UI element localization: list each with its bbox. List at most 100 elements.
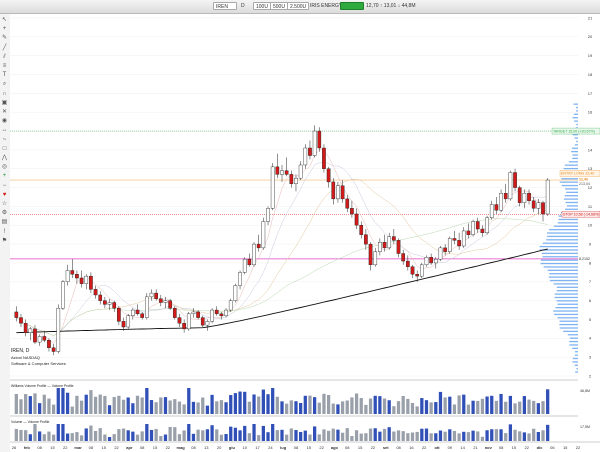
line-icon[interactable]: ╱ [1, 45, 8, 52]
volume-bar [42, 394, 46, 414]
profile-bar [554, 313, 578, 316]
volume-bar [261, 389, 265, 414]
field-2500[interactable]: 2.500U [287, 2, 310, 10]
volume-bar [532, 400, 536, 414]
volume-bar [224, 434, 228, 441]
volume-bar [513, 403, 517, 414]
candle-body [364, 234, 368, 245]
volume-bar [490, 429, 494, 441]
profile-bar [549, 279, 578, 282]
time-tick: nov [485, 445, 493, 450]
volume-bar [312, 426, 317, 441]
candle-up [228, 298, 233, 312]
volume-bar [14, 394, 18, 414]
field-100[interactable]: 100U [253, 2, 271, 10]
volume-bar [396, 401, 401, 414]
volume-bar [243, 425, 247, 441]
pattern-icon[interactable]: ⋀ [1, 155, 8, 162]
candle-body [89, 275, 93, 290]
star-icon[interactable]: ☆ [1, 201, 8, 208]
candle-body [266, 208, 270, 222]
field-500[interactable]: 500U [270, 2, 288, 10]
candle-body [410, 266, 415, 275]
volume-bar [201, 430, 205, 441]
candle-body [298, 164, 303, 179]
time-tick: 15 [307, 445, 312, 450]
channel-icon[interactable]: ⫽ [1, 54, 8, 61]
time-tick: 15 [153, 445, 158, 450]
price-chart[interactable]: 21201918171615141312111098765432 TARGET … [10, 14, 600, 452]
candle-body [433, 258, 438, 264]
change-badge [340, 2, 364, 10]
symbol-field[interactable]: IREN [213, 2, 237, 10]
zoom-icon[interactable]: ⌕ [1, 81, 8, 88]
shape-icon[interactable]: □ [1, 146, 8, 153]
candle-body [103, 300, 107, 305]
candle-body [345, 198, 350, 209]
time-tick: 08 [499, 445, 504, 450]
volume-bar [326, 394, 331, 414]
volume-bar [317, 402, 321, 414]
volume-bar [536, 403, 540, 414]
period-selector[interactable]: D [241, 2, 245, 10]
minus-icon[interactable]: − [1, 183, 8, 190]
arrow-icon[interactable]: ↖ [1, 17, 8, 24]
volume-bar [541, 401, 545, 414]
volume-bar [247, 401, 252, 414]
fib-icon[interactable]: ≡ [1, 63, 8, 70]
crosshair-icon[interactable]: + [1, 26, 8, 33]
volume-bar [233, 427, 238, 441]
candle-body [238, 272, 242, 286]
volume-bar [312, 397, 317, 414]
candle-body [438, 247, 443, 260]
candle-body [84, 275, 89, 284]
pencil-icon[interactable]: ✎ [1, 35, 8, 42]
trash-icon[interactable]: ✕ [1, 109, 8, 116]
gear-icon[interactable]: ⚙ [1, 210, 8, 217]
candle-body [14, 311, 19, 318]
volume-bar [103, 434, 107, 441]
profile-bar [568, 161, 578, 163]
volume-bar [65, 433, 70, 441]
volume-bar [285, 403, 289, 414]
candle-body [228, 300, 233, 311]
candle-body [158, 298, 163, 303]
lock-icon[interactable]: ▣ [1, 100, 8, 107]
volume-bar [476, 431, 480, 441]
magnet-icon[interactable]: ∩ [1, 91, 8, 98]
volume-bar [471, 430, 475, 441]
candle-up [485, 215, 489, 235]
target-icon[interactable]: ◎ [1, 164, 8, 171]
text-icon[interactable]: T [1, 72, 8, 79]
volume-bar [452, 404, 457, 414]
volume-bar [308, 434, 312, 441]
volume-bar [112, 397, 116, 414]
alert-icon[interactable]: ! [1, 229, 8, 236]
volume-bar [61, 388, 65, 414]
measure-icon[interactable]: ↔ [1, 127, 8, 134]
volume-bar [24, 430, 28, 441]
volume-bar [429, 402, 433, 414]
candle-body [224, 309, 228, 316]
volume-bar [173, 427, 177, 441]
candle-up [242, 257, 247, 275]
profile-bar [566, 191, 578, 193]
profile-bar [553, 225, 578, 227]
eye-icon[interactable]: ◉ [1, 118, 8, 125]
brush-icon[interactable]: ~ [1, 137, 8, 144]
candle-up [56, 304, 61, 354]
time-tick: 10 [243, 445, 248, 450]
candle-body [168, 300, 172, 309]
flag-icon[interactable]: ⚑ [1, 238, 8, 245]
volume-bar [280, 429, 284, 441]
heart-icon[interactable]: ♥ [1, 192, 8, 199]
candle-body [131, 309, 135, 316]
volume-bar [38, 403, 42, 414]
volume-bar [191, 433, 196, 441]
profile-bar [563, 330, 578, 333]
plus-icon[interactable]: + [1, 173, 8, 180]
profile-bar [565, 208, 578, 210]
volume-bar [65, 392, 70, 414]
volume-bar [382, 398, 387, 414]
layers-icon[interactable]: ▤ [1, 219, 8, 226]
